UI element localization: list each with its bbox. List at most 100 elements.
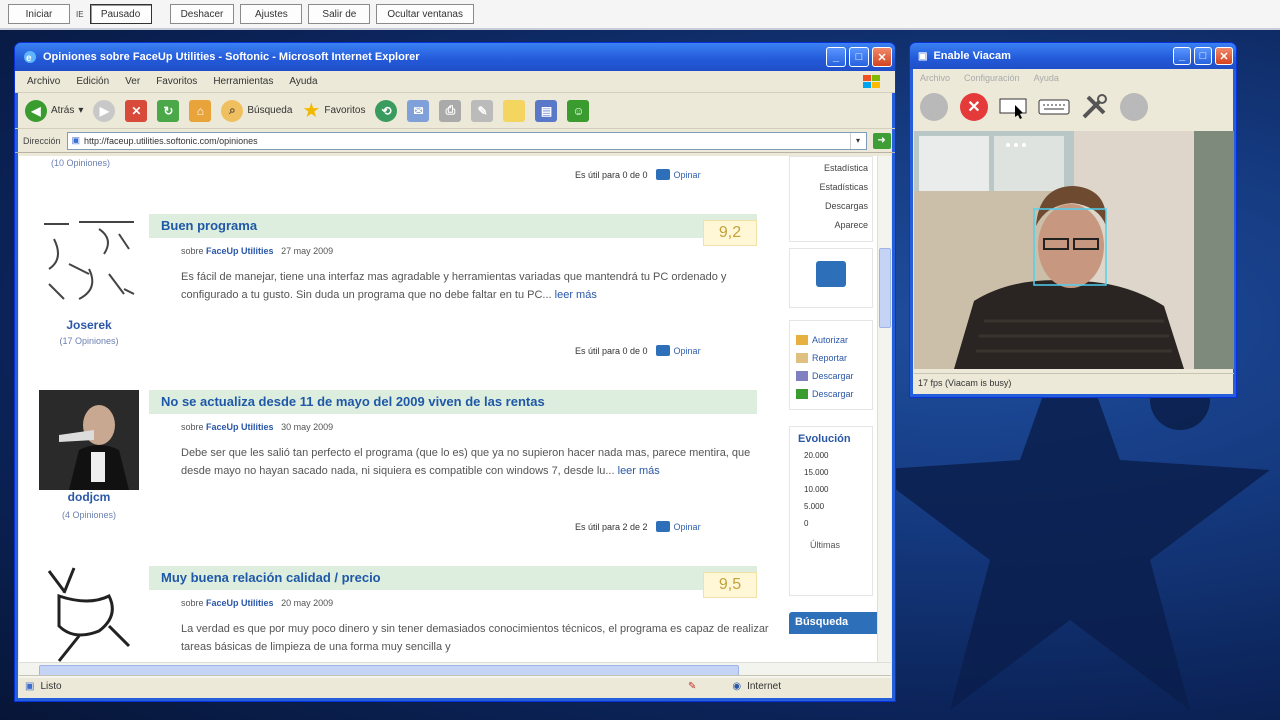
pause-button[interactable]: Pausado	[89, 4, 152, 24]
close-icon[interactable]: ✕	[1215, 47, 1233, 65]
menu-configuracion[interactable]: Configuración	[964, 73, 1020, 83]
keyboard-button[interactable]	[1038, 91, 1070, 123]
menu-archivo[interactable]: Archivo	[27, 76, 60, 87]
start-button[interactable]: Iniciar	[8, 4, 70, 24]
review-user-count[interactable]: (4 Opiniones)	[39, 510, 139, 520]
comment-box	[789, 248, 873, 308]
menu-ayuda[interactable]: Ayuda	[289, 76, 317, 87]
ie-label: IE	[76, 9, 84, 19]
folder-icon[interactable]	[503, 99, 526, 122]
back-button[interactable]: ◀ Atrás ▾	[25, 99, 83, 122]
opinar-link[interactable]: Opinar	[655, 521, 701, 532]
home-icon[interactable]: ⌂	[189, 99, 212, 122]
ie-window-title: Opiniones sobre FaceUp Utilities - Softo…	[43, 51, 420, 63]
maximize-icon[interactable]: □	[1194, 47, 1212, 65]
stop-icon[interactable]: ✕	[125, 99, 148, 122]
ie-toolbar: ◀ Atrás ▾ ▶ ✕ ↻ ⌂ ⌕ Búsqueda ★ Favoritos…	[15, 93, 895, 129]
action-link[interactable]: Reportar	[790, 349, 872, 367]
viacam-titlebar[interactable]: ▣ Enable Viacam _ □ ✕	[910, 43, 1236, 69]
menu-ayuda[interactable]: Ayuda	[1034, 73, 1059, 83]
keyboard-icon	[1038, 99, 1070, 115]
exit-button[interactable]: Salir de	[308, 4, 371, 24]
search-label: Búsqueda	[247, 105, 293, 116]
action-link[interactable]: Descargar	[790, 367, 872, 385]
top-toolbar: Iniciar IE Pausado Deshacer Ajustes Sali…	[0, 0, 1280, 30]
action-link[interactable]: Autorizar	[790, 331, 872, 349]
zone-text: Internet	[747, 681, 781, 692]
evolution-title: Evolución	[798, 433, 851, 445]
evolution-axis: 20.000 15.000 10.000 5.000 0	[804, 451, 829, 528]
status-circle-icon	[920, 93, 948, 121]
disable-button[interactable]: ✕	[958, 91, 990, 123]
address-bar: Dirección ▣ http://faceup.utilities.soft…	[15, 129, 895, 153]
dropdown-arrow-icon[interactable]: ▾	[78, 105, 83, 116]
review-text: Debe ser que les salió tan perfecto el p…	[181, 447, 751, 477]
prev-review-count[interactable]: (10 Opiniones)	[51, 158, 110, 168]
address-input[interactable]: ▣ http://faceup.utilities.softonic.com/o…	[66, 131, 867, 150]
close-icon[interactable]: ✕	[872, 47, 892, 67]
security-zone: ✎ ◉ Internet	[688, 681, 781, 692]
popup-blocker-icon[interactable]: ✎	[688, 681, 696, 692]
history-icon[interactable]: ⟲	[375, 99, 398, 122]
messenger-icon[interactable]: ☺	[567, 99, 590, 122]
search-icon: ⌕	[221, 99, 244, 122]
mail-icon[interactable]: ✉	[407, 99, 430, 122]
search-button[interactable]: ⌕ Búsqueda	[221, 99, 293, 122]
menu-favoritos[interactable]: Favoritos	[156, 76, 197, 87]
review-title[interactable]: Buen programa	[149, 214, 757, 238]
vertical-scrollbar[interactable]	[877, 156, 891, 662]
go-icon[interactable]: ➜	[872, 132, 891, 149]
review-title[interactable]: Muy buena relación calidad / precio	[149, 566, 757, 590]
enable-button[interactable]	[918, 91, 950, 123]
viacam-statusbar: 17 fps (Viacam is busy)	[914, 373, 1234, 393]
stats-item: Aparece	[834, 220, 868, 230]
hide-windows-button[interactable]: Ocultar ventanas	[376, 4, 474, 24]
minimize-icon[interactable]: _	[1173, 47, 1191, 65]
action-link[interactable]: Descargar	[790, 385, 872, 403]
viacam-title: Enable Viacam	[933, 50, 1011, 62]
viacam-menubar: Archivo Configuración Ayuda	[910, 69, 1236, 87]
configure-button[interactable]	[1078, 91, 1110, 123]
read-more-link[interactable]: leer más	[555, 289, 597, 301]
review-username[interactable]: Joserek	[39, 318, 139, 332]
print-icon[interactable]: ⎙	[439, 99, 462, 122]
review-score: 9,2	[703, 220, 757, 246]
research-icon[interactable]: ▤	[535, 99, 558, 122]
favorites-label: Favoritos	[324, 105, 366, 116]
scroll-thumb[interactable]	[879, 248, 891, 328]
click-window-button[interactable]	[998, 91, 1030, 123]
ie-titlebar[interactable]: e Opiniones sobre FaceUp Utilities - Sof…	[15, 43, 895, 71]
undo-button[interactable]: Deshacer	[169, 4, 235, 24]
settings-button[interactable]: Ajustes	[240, 4, 303, 24]
forward-arrow-icon[interactable]: ▶	[93, 99, 116, 122]
review-meta: sobre FaceUp Utilities 30 may 2009	[181, 422, 334, 432]
read-more-link[interactable]: leer más	[618, 465, 660, 477]
review-score: 9,5	[703, 572, 757, 598]
review-title[interactable]: No se actualiza desde 11 de mayo del 200…	[149, 390, 757, 414]
refresh-icon[interactable]: ↻	[157, 99, 180, 122]
util-row-0: Es útil para 0 de 0 Opinar	[575, 169, 701, 180]
address-dropdown-icon[interactable]: ▾	[849, 132, 866, 149]
speech-bubble-icon[interactable]	[816, 261, 846, 287]
util-row-1: Es útil para 0 de 0 Opinar	[575, 345, 701, 356]
windows-logo-icon	[863, 75, 880, 88]
menu-archivo[interactable]: Archivo	[920, 73, 950, 83]
minimize-icon[interactable]: _	[826, 47, 846, 67]
favorites-button[interactable]: ★ Favoritos	[302, 98, 365, 123]
review-user-count[interactable]: (17 Opiniones)	[39, 336, 139, 346]
svg-text:e: e	[26, 53, 32, 64]
ie-icon: e	[24, 51, 36, 64]
menu-edicion[interactable]: Edición	[76, 76, 109, 87]
review-username[interactable]: dodjcm	[39, 490, 139, 504]
menu-herramientas[interactable]: Herramientas	[213, 76, 273, 87]
ie-menubar: Archivo Edición Ver Favoritos Herramient…	[15, 71, 895, 93]
opinar-link[interactable]: Opinar	[655, 345, 701, 356]
comment-icon	[655, 345, 670, 356]
edit-icon[interactable]: ✎	[471, 99, 494, 122]
right-sidebar: Estadística Estadísticas Descargas Apare…	[789, 156, 877, 662]
stats-item: Descargas	[824, 201, 868, 211]
menu-ver[interactable]: Ver	[125, 76, 140, 87]
help-button[interactable]	[1118, 91, 1150, 123]
maximize-icon[interactable]: □	[849, 47, 869, 67]
opinar-link[interactable]: Opinar	[655, 169, 701, 180]
